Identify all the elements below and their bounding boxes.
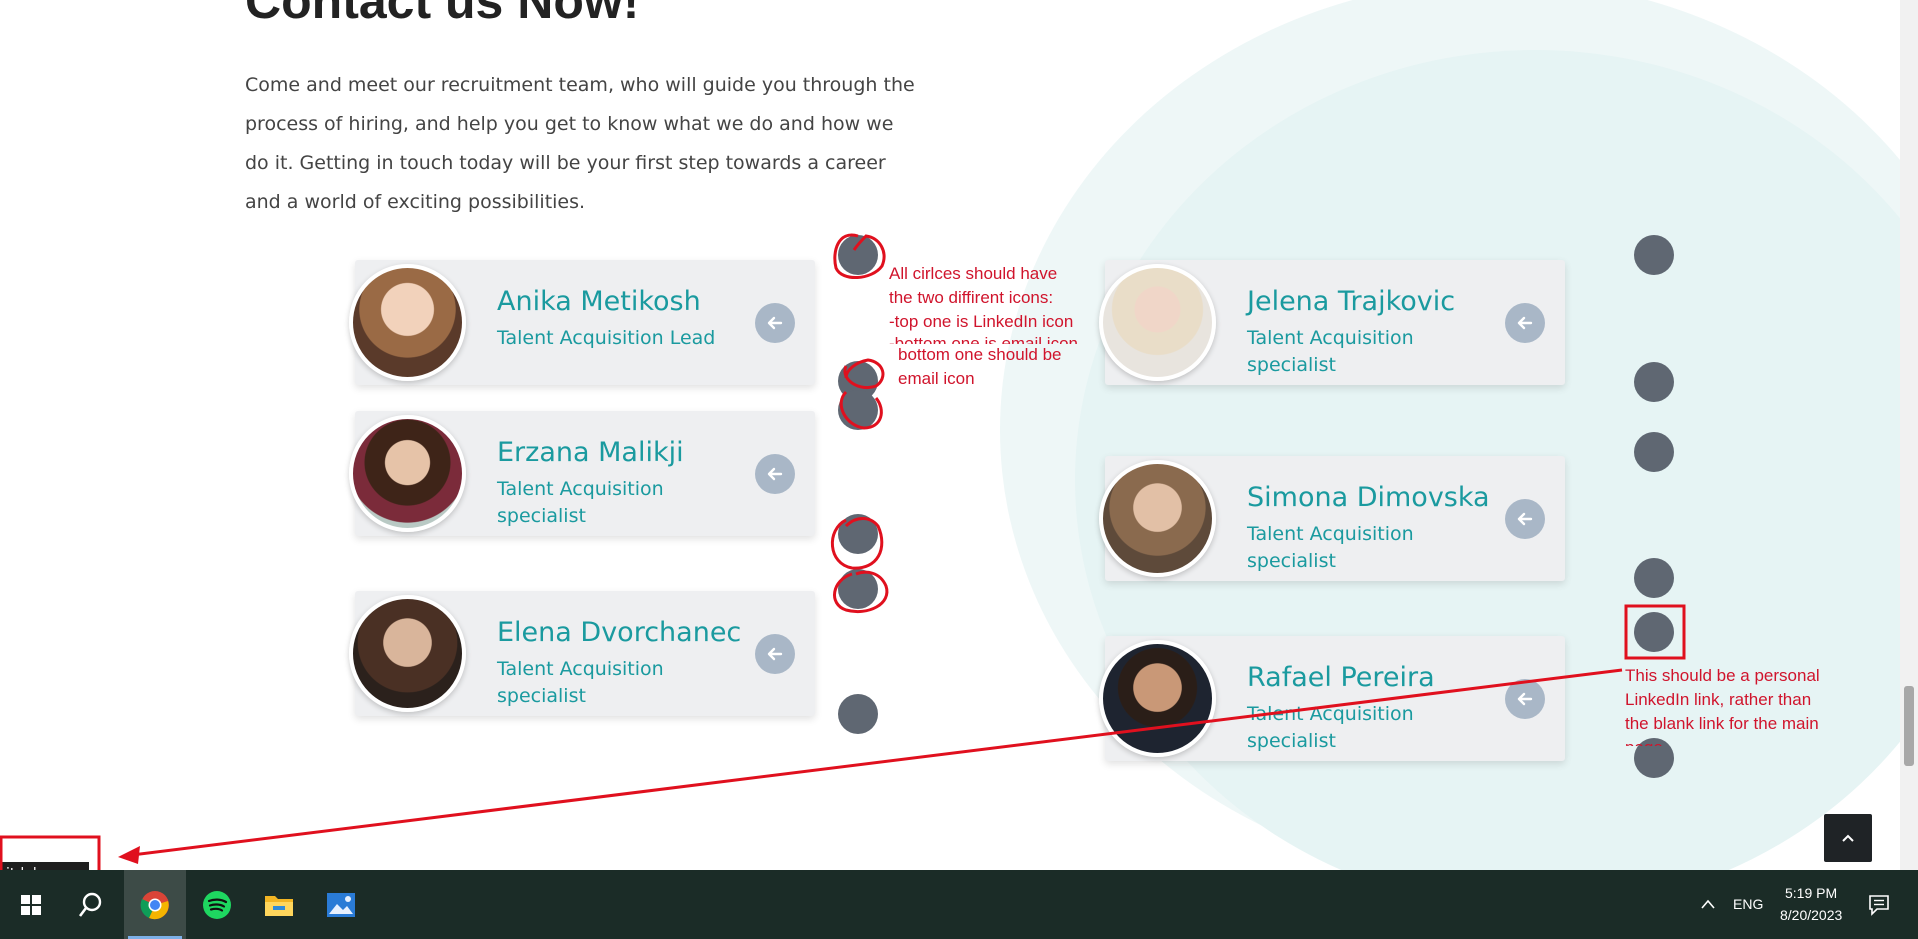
expand-button[interactable] [1505,303,1545,343]
expand-button[interactable] [755,303,795,343]
member-name: Simona Dimovska [1247,482,1490,513]
chevron-up-icon[interactable] [1700,898,1716,910]
expand-button[interactable] [755,634,795,674]
social-link-circle[interactable] [838,694,878,734]
social-link-circle[interactable] [1634,362,1674,402]
member-name: Jelena Trajkovic [1247,286,1456,317]
member-name: Elena Dvorchanec [497,617,742,648]
annotation-note: This should be a personal LinkedIn link,… [1625,664,1865,746]
annotation-note: All cirlces should have the two diffiren… [889,262,1099,344]
file-explorer-icon [265,895,293,916]
social-link-circle[interactable] [838,235,878,275]
member-role: Talent Acquisition specialist [497,658,664,707]
member-name: Rafael Pereira [1247,662,1435,693]
member-role: Talent Acquisition Lead [497,327,716,349]
arrow-left-icon [767,316,783,330]
team-card: Simona Dimovska Talent Acquisition speci… [1099,456,1565,581]
arrow-left-icon [1517,692,1533,706]
member-name: Anika Metikosh [497,286,701,317]
taskbar-chrome[interactable] [124,870,186,939]
taskbar-file-explorer[interactable] [248,870,310,939]
annotation-line: bottom one should be [898,345,1062,364]
clock-time[interactable]: 5:19 PM [1785,885,1837,901]
social-link-circle[interactable] [838,514,878,554]
arrow-left-icon [767,467,783,481]
notification-icon[interactable] [1868,894,1890,916]
arrow-left-icon [1517,316,1533,330]
annotation-line: the two diffirent icons: [889,288,1054,307]
social-link-circle[interactable] [1634,432,1674,472]
intro-paragraph: Come and meet our recruitment team, who … [245,74,915,213]
taskbar-spotify[interactable] [186,870,248,939]
member-role: Talent Acquisition specialist [1247,523,1414,572]
social-link-circle[interactable] [838,569,878,609]
scroll-to-top-button[interactable] [1824,814,1872,862]
arrow-left-icon [767,647,783,661]
team-card: Elena Dvorchanec Talent Acquisition spec… [349,591,815,716]
team-card: Jelena Trajkovic Talent Acquisition spec… [1099,260,1565,385]
expand-button[interactable] [755,454,795,494]
start-button[interactable] [0,870,62,939]
social-link-circle[interactable] [1634,612,1674,652]
team-card: Rafael Pereira Talent Acquisition specia… [1099,636,1565,761]
avatar [1099,640,1216,757]
annotation-note: bottom one should be email icon [898,343,1108,391]
chrome-icon [140,890,169,919]
arrow-left-icon [1517,512,1533,526]
team-card: Erzana Malikji Talent Acquisition specia… [349,411,815,536]
photos-icon [327,892,355,917]
taskbar: ENG 5:19 PM 8/20/2023 [0,870,1918,939]
member-role: Talent Acquisition specialist [1247,703,1414,752]
social-link-circle[interactable] [838,390,878,430]
annotation-line: the blank link for the main [1625,714,1819,733]
expand-button[interactable] [1505,679,1545,719]
expand-button[interactable] [1505,499,1545,539]
taskbar-photos[interactable] [310,870,372,939]
annotation-line: page [1625,736,1865,746]
member-name: Erzana Malikji [497,437,684,468]
scrollbar-thumb[interactable] [1904,686,1914,766]
avatar [349,264,466,381]
avatar [1099,460,1216,577]
chevron-up-icon [1842,834,1854,842]
search-button[interactable] [60,870,122,939]
page-heading: Contact us Now! [245,0,640,29]
annotation-line: All cirlces should have [889,264,1058,283]
web-page: Contact us Now! Come and meet our recrui… [0,0,1900,870]
member-role: Talent Acquisition specialist [1247,327,1414,376]
windows-start-icon [21,894,41,915]
avatar [1099,264,1216,381]
search-icon [78,892,102,917]
annotation-line: This should be a personal [1625,666,1820,685]
annotation-line: email icon [898,369,975,388]
avatar [349,415,466,532]
avatar [349,595,466,712]
language-indicator[interactable]: ENG [1733,896,1763,912]
team-card: Anika Metikosh Talent Acquisition Lead [349,260,815,385]
member-role: Talent Acquisition specialist [497,478,664,527]
annotation-line: LinkedIn link, rather than [1625,690,1812,709]
social-link-circle[interactable] [1634,235,1674,275]
annotation-line: -top one is LinkedIn icon [889,312,1074,331]
clock-date[interactable]: 8/20/2023 [1780,907,1842,923]
spotify-icon [203,890,231,919]
social-link-circle[interactable] [1634,558,1674,598]
